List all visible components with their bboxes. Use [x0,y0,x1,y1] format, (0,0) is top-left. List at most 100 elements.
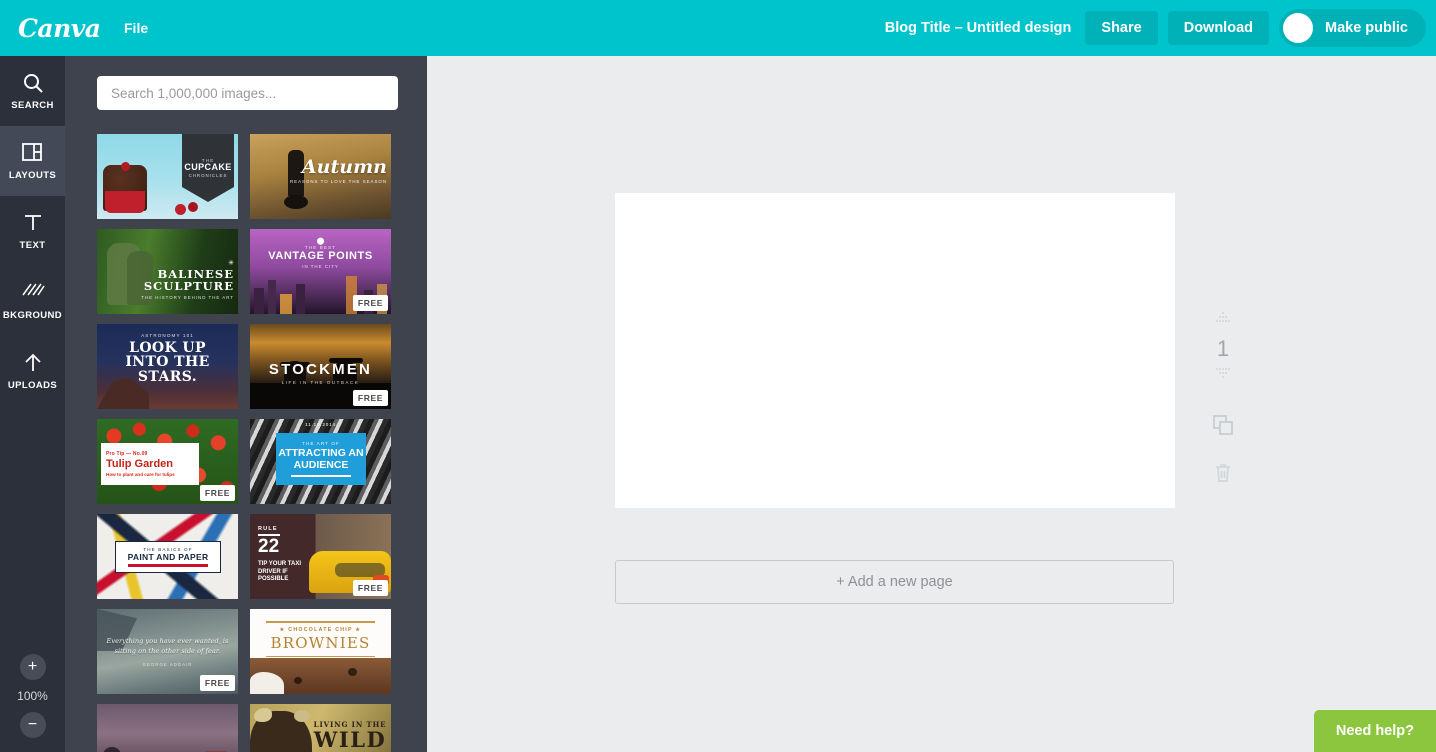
page-tools: 1 [1203,311,1243,489]
template-grid: The CUPCAKE CHRONICLES Autumn REASONS TO… [65,134,427,752]
sidebar-item-search[interactable]: SEARCH [0,56,65,126]
template-eyebrow: THE BEST [250,245,391,250]
template-eyebrow: THE ART OF [302,441,340,446]
template-look-up-stars[interactable]: ASTRONOMY 101 LOOK UP INTO THE STARS. [97,324,238,409]
template-sub: CHRONICLES [189,173,228,178]
template-sub: IN THE CITY [250,264,391,269]
need-help-button[interactable]: Need help? [1314,710,1436,752]
upload-icon [21,351,45,375]
thumb-art: LIVING IN THE WILD [250,704,391,752]
template-sub: LIFE IN THE OUTBACK [250,380,391,385]
template-eyebrow: RULE [258,526,318,532]
template-sub: THE HISTORY BEHIND THE ART [140,295,234,300]
template-autumn[interactable]: Autumn REASONS TO LOVE THE SEASON [250,134,391,219]
toggle-knob [1283,13,1313,43]
editor-stage: 1 [427,56,1436,752]
template-title: 22 [258,537,318,556]
zoom-controls: + 100% − [0,654,65,738]
template-quote-fear[interactable]: Everything you have ever wanted, is sitt… [97,609,238,694]
template-eyebrow: ★ CHOCOLATE CHIP ★ [250,627,391,633]
sidebar-item-layouts[interactable]: LAYOUTS [0,126,65,196]
add-new-page-button[interactable]: + Add a new page [615,560,1174,604]
trash-icon[interactable] [1212,462,1234,489]
template-balinese-sculpture[interactable]: ✳ BALINESE SCULPTURE THE HISTORY BEHIND … [97,229,238,314]
free-badge: FREE [353,295,388,311]
sidebar-item-text[interactable]: TEXT [0,196,65,266]
template-title: Autumn [290,158,387,177]
template-eyebrow: ASTRONOMY 101 [97,333,238,338]
thumb-art: 11.19.2014 THE ART OF ATTRACTING AN AUDI… [250,419,391,504]
template-sub: How to plant and care for tulips [106,472,194,477]
layouts-icon [21,141,45,165]
zoom-in-button[interactable]: + [20,654,46,680]
zoom-percent: 100% [17,689,48,703]
header-actions: Blog Title – Untitled design Share Downl… [885,9,1426,47]
download-button[interactable]: Download [1168,11,1269,45]
thumb-art: THE BASICS OF PAINT AND PAPER [97,514,238,599]
sidebar-item-uploads-label: UPLOADS [8,380,57,391]
template-brownies[interactable]: ★ CHOCOLATE CHIP ★ BROWNIES [250,609,391,694]
template-title: ATTRACTING AN AUDIENCE [276,448,366,472]
template-title: Tulip Garden [106,458,194,470]
make-public-label: Make public [1325,20,1408,36]
template-title: VANTAGE POINTS [250,251,391,262]
template-living-in-the-wild[interactable]: LIVING IN THE WILD [250,704,391,752]
make-public-toggle[interactable]: Make public [1279,9,1426,47]
template-title: PAINT AND PAPER [128,553,209,562]
template-eyebrow: THE BASICS OF [143,547,192,552]
template-sub: TIP YOUR TAXI DRIVER IF POSSIBLE [258,561,318,584]
template-sub: REASONS TO LOVE THE SEASON [290,179,387,184]
search-area [65,56,427,110]
template-title: CUPCAKE [184,163,231,172]
template-title: BROWNIES [250,634,391,652]
template-title: WILD [311,729,389,751]
template-stockmen[interactable]: STOCKMEN LIFE IN THE OUTBACK FREE [250,324,391,409]
thumb-art: ✳ BALINESE SCULPTURE THE HISTORY BEHIND … [97,229,238,314]
template-title: STOCKMEN [250,362,391,377]
template-tulip-garden[interactable]: Pro Tip — No.09 Tulip Garden How to plan… [97,419,238,504]
background-icon [21,281,45,305]
top-header: Canva File Blog Title – Untitled design … [0,0,1436,56]
template-eyebrow: The [202,158,215,163]
template-cupcake-chronicles[interactable]: The CUPCAKE CHRONICLES [97,134,238,219]
thumb-art: ★ CHOCOLATE CHIP ★ BROWNIES [250,609,391,694]
document-title[interactable]: Blog Title – Untitled design [885,20,1072,36]
thumb-art: CAMPING WALKTHROUGHS NO 6 DESERT CAMPING [97,704,238,752]
thumb-art: Autumn REASONS TO LOVE THE SEASON [250,134,391,219]
template-attracting-audience[interactable]: 11.19.2014 THE ART OF ATTRACTING AN AUDI… [250,419,391,504]
duplicate-icon[interactable] [1211,413,1235,442]
chevron-down-icon[interactable] [1211,366,1235,387]
text-icon [21,211,45,235]
sidebar-item-background[interactable]: BKGROUND [0,266,65,336]
canva-editor: Canva File Blog Title – Untitled design … [0,0,1436,752]
thumb-art: ASTRONOMY 101 LOOK UP INTO THE STARS. [97,324,238,409]
free-badge: FREE [353,390,388,406]
template-vantage-points[interactable]: ⬤ THE BEST VANTAGE POINTS IN THE CITY FR… [250,229,391,314]
menu-file[interactable]: File [124,20,148,36]
free-badge: FREE [353,580,388,596]
canva-logo[interactable]: Canva [18,14,94,43]
free-badge: FREE [200,675,235,691]
left-rail: SEARCH LAYOUTS TEXT [0,56,65,752]
sidebar-item-layouts-label: LAYOUTS [9,170,56,181]
template-sub: 11.19.2014 [250,422,391,427]
template-taxi-rule-22[interactable]: RULE 22 TIP YOUR TAXI DRIVER IF POSSIBLE… [250,514,391,599]
sidebar-item-text-label: TEXT [20,240,46,251]
sidebar-item-background-label: BKGROUND [3,310,62,321]
sidebar-item-uploads[interactable]: UPLOADS [0,336,65,406]
design-canvas-page[interactable] [615,193,1175,508]
share-button[interactable]: Share [1085,11,1157,45]
thumb-art: The CUPCAKE CHRONICLES [97,134,238,219]
template-sub: GEORGE ADDAIR [105,662,230,667]
search-icon [21,71,45,95]
zoom-out-button[interactable]: − [20,712,46,738]
templates-panel: The CUPCAKE CHRONICLES Autumn REASONS TO… [65,56,427,752]
search-input[interactable] [97,76,398,110]
template-eyebrow: Pro Tip — No.09 [106,451,194,457]
chevron-up-icon[interactable] [1211,311,1235,332]
template-title: BALINESE SCULPTURE [140,269,234,292]
template-title: LOOK UP INTO THE STARS. [97,341,238,384]
template-paint-and-paper[interactable]: THE BASICS OF PAINT AND PAPER [97,514,238,599]
sidebar-item-search-label: SEARCH [11,100,54,111]
template-desert-camping[interactable]: CAMPING WALKTHROUGHS NO 6 DESERT CAMPING [97,704,238,752]
